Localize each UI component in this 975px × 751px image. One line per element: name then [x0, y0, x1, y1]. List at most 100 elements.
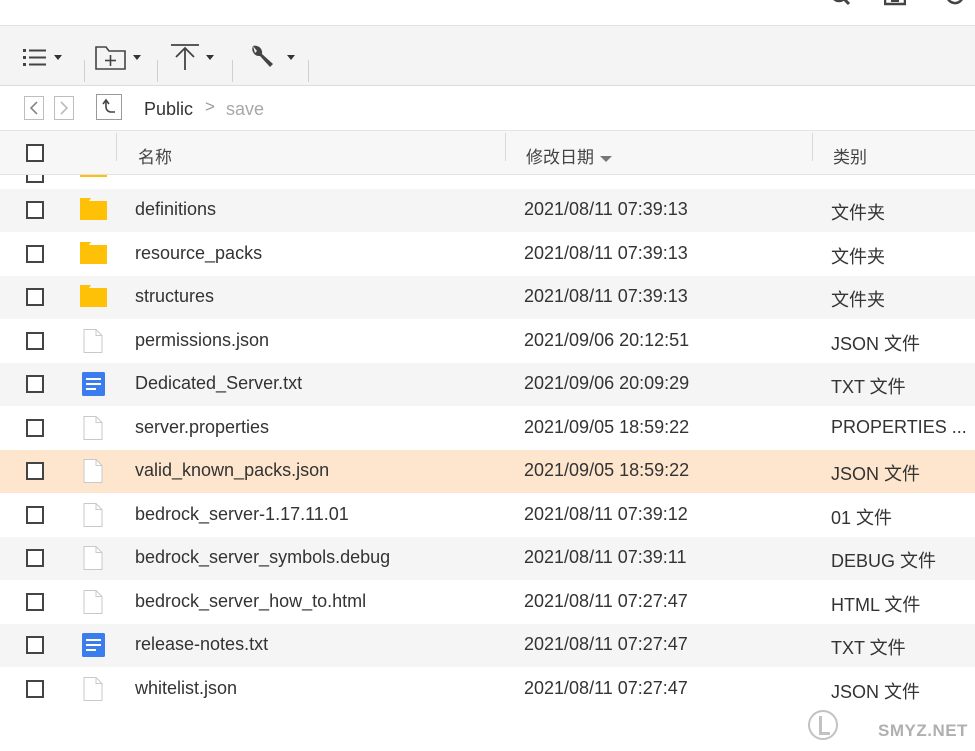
chevron-down-icon [54, 54, 62, 60]
file-name[interactable]: permissions.json [135, 330, 269, 351]
table-row[interactable]: server.properties 2021/09/05 18:59:22 PROP… [0, 407, 975, 450]
file-type: JSON 文件 [831, 464, 921, 484]
chevron-right-icon [60, 101, 69, 115]
watermark: SMYZ.NET [808, 708, 973, 746]
search-icon[interactable] [830, 0, 852, 6]
file-type: 01 文件 [831, 507, 893, 528]
row-checkbox[interactable] [26, 175, 44, 183]
row-checkbox[interactable] [26, 331, 44, 350]
modified-date: 2021/08/11 07:27:47 [524, 677, 688, 698]
refresh-icon[interactable] [944, 0, 966, 6]
folder-icon [80, 285, 107, 309]
file-icon [80, 415, 107, 440]
breadcrumb-current: save [226, 99, 265, 119]
row-checkbox[interactable] [26, 244, 44, 263]
file-name[interactable]: bedrock_server_how_to.html [135, 591, 366, 612]
row-checkbox[interactable] [26, 592, 44, 611]
modified-date: 2021/09/05 18:59:22 [524, 416, 690, 437]
watermark-logo-icon [808, 710, 838, 740]
view-mode-button[interactable] [22, 40, 62, 74]
column-header-type[interactable]: 类别 [833, 143, 867, 168]
row-checkbox[interactable] [26, 288, 44, 306]
file-name[interactable]: bedrock_server-1.17.11.01 [135, 504, 349, 525]
modified-date: 2021/09/06 20:09:29 [524, 373, 690, 393]
column-divider[interactable] [812, 133, 813, 161]
toolbar-divider [84, 60, 85, 82]
modified-date: 2021/08/11 07:27:47 [524, 590, 688, 611]
file-name[interactable]: bedrock_server_symbols.debug [135, 547, 390, 568]
task-icon[interactable] [884, 0, 906, 6]
file-type: 文件夹 [831, 246, 885, 267]
forward-button[interactable] [54, 96, 74, 120]
select-all-checkbox[interactable] [26, 144, 44, 162]
table-row[interactable]: definitions 2021/08/11 07:39:13 文件夹 [0, 189, 975, 232]
modified-date: 2021/08/11 07:39:13 [524, 199, 688, 219]
table-row[interactable]: valid_known_packs.json 2021/09/05 18:59:2… [0, 450, 975, 493]
row-checkbox[interactable] [26, 679, 44, 698]
file-name[interactable]: whitelist.json [135, 678, 237, 699]
row-checkbox[interactable] [26, 375, 44, 393]
parent-folder-button[interactable] [96, 94, 122, 120]
file-icon [80, 459, 107, 483]
column-divider[interactable] [116, 133, 117, 161]
file-type: HTML 文件 [831, 594, 921, 615]
table-row[interactable]: permissions.json 2021/09/06 20:12:51 JSON … [0, 320, 975, 363]
file-name[interactable]: server.properties [135, 417, 269, 438]
column-header-date[interactable]: 修改日期 [526, 143, 612, 168]
folder-icon [80, 241, 107, 266]
text-document-icon [80, 633, 107, 657]
table-row[interactable]: Dedicated_Server.txt 2021/09/06 20:09:29 T… [0, 363, 975, 406]
row-checkbox[interactable] [26, 201, 44, 219]
chevron-left-icon [29, 101, 38, 115]
file-name[interactable]: valid_known_packs.json [135, 460, 329, 481]
table-row[interactable]: bedrock_server-1.17.11.01 2021/08/11 07:3… [0, 494, 975, 537]
file-name[interactable]: definitions [135, 199, 216, 220]
upload-button[interactable] [170, 40, 214, 74]
breadcrumb-root[interactable]: Public [144, 99, 193, 120]
table-row[interactable]: resource_packs 2021/08/11 07:39:13 文件夹 [0, 233, 975, 276]
table-row[interactable]: bedrock_server_how_to.html 2021/08/11 07:… [0, 581, 975, 624]
modified-date: 2021/08/11 07:39:11 [524, 547, 687, 567]
file-icon [80, 502, 107, 527]
column-header-date-label: 修改日期 [526, 148, 594, 167]
table-row[interactable]: whitelist.json 2021/08/11 07:27:47 JSON 文件 [0, 668, 975, 711]
table-row[interactable]: release-notes.txt 2021/08/11 07:27:47 TXT … [0, 624, 975, 667]
file-list[interactable]: definitions 2021/08/11 07:39:13 文件夹 resourc… [0, 175, 975, 751]
wrench-icon [252, 45, 273, 67]
modified-date: 2021/09/05 18:59:22 [524, 460, 690, 480]
modified-date: 2021/08/11 07:39:12 [524, 503, 688, 524]
text-document-icon [80, 372, 107, 396]
file-name[interactable]: structures [135, 286, 214, 307]
tools-button[interactable] [249, 40, 295, 74]
partial-row[interactable] [0, 175, 975, 189]
chevron-down-icon [287, 54, 295, 60]
row-checkbox[interactable] [26, 549, 44, 567]
back-button[interactable] [24, 96, 44, 120]
toolbar-divider [232, 60, 233, 82]
chevron-down-icon [133, 54, 141, 60]
file-icon [80, 676, 107, 701]
file-name[interactable]: Dedicated_Server.txt [135, 373, 302, 394]
file-type: JSON 文件 [831, 681, 921, 702]
upload-icon [171, 44, 199, 70]
column-header-name[interactable]: 名称 [138, 143, 172, 168]
folder-icon [80, 198, 107, 222]
breadcrumb-separator: > [205, 97, 215, 116]
watermark-text: SMYZ.NET [878, 721, 968, 740]
file-name[interactable]: release-notes.txt [135, 634, 268, 655]
row-checkbox[interactable] [26, 505, 44, 524]
file-name[interactable]: resource_packs [135, 243, 262, 264]
sort-descending-icon [600, 155, 612, 162]
row-checkbox[interactable] [26, 636, 44, 654]
file-type: JSON 文件 [831, 333, 921, 354]
table-row[interactable]: bedrock_server_symbols.debug 2021/08/11 0… [0, 537, 975, 580]
file-icon [80, 328, 107, 353]
column-divider[interactable] [505, 133, 506, 161]
table-row[interactable]: structures 2021/08/11 07:39:13 文件夹 [0, 276, 975, 319]
path-bar: Public > save [0, 86, 975, 131]
row-checkbox[interactable] [26, 418, 44, 437]
list-view-icon [23, 49, 46, 66]
file-type: 文件夹 [831, 203, 885, 223]
new-folder-button[interactable] [95, 40, 141, 74]
row-checkbox[interactable] [26, 462, 44, 480]
